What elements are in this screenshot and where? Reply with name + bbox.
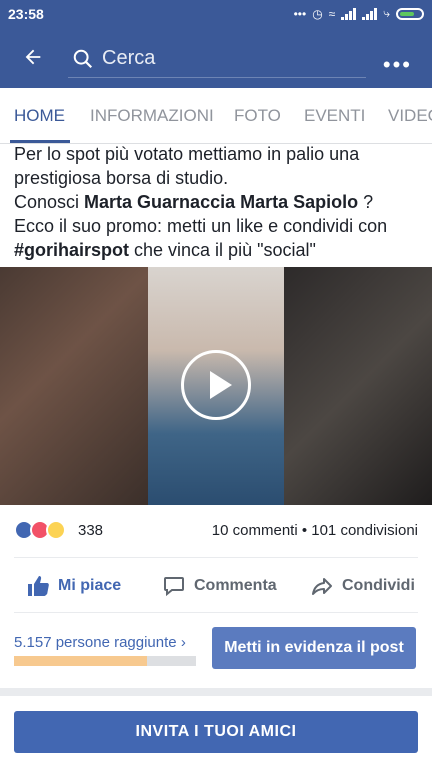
battery-icon bbox=[396, 7, 424, 20]
invite-friends-button[interactable]: INVITA I TUOI AMICI bbox=[14, 711, 418, 753]
search-box[interactable] bbox=[68, 40, 366, 78]
chevron-right-icon: › bbox=[180, 634, 186, 651]
section-separator bbox=[0, 688, 432, 696]
signal-icon bbox=[341, 7, 357, 20]
reach-link[interactable]: 5.157 persone raggiunte › bbox=[14, 634, 186, 651]
video-blur-right bbox=[284, 267, 432, 505]
back-arrow-icon[interactable] bbox=[22, 46, 44, 68]
mention-link[interactable]: Marta Guarnaccia Marta Sapiolo bbox=[84, 192, 358, 212]
video-blur-left bbox=[0, 267, 148, 505]
tab-home[interactable]: HOME bbox=[14, 106, 65, 126]
search-input[interactable] bbox=[102, 47, 352, 70]
divider bbox=[14, 557, 418, 558]
reach-progress-fill bbox=[14, 656, 147, 666]
charging-icon: ⤷ bbox=[383, 6, 390, 20]
tab-eventi[interactable]: EVENTI bbox=[304, 106, 365, 126]
comment-button[interactable]: Commenta bbox=[162, 574, 277, 598]
comment-icon bbox=[164, 577, 184, 597]
share-icon bbox=[312, 578, 332, 595]
action-bar: Mi piace Commenta Condividi bbox=[14, 566, 418, 606]
reach-progress-bar bbox=[14, 656, 196, 666]
share-label: Condividi bbox=[342, 577, 415, 594]
like-button[interactable]: Mi piace bbox=[26, 574, 121, 598]
alarm-icon: ◷ bbox=[312, 6, 323, 21]
status-bar: 23:58 ••• ◷ ≈ ⤷ bbox=[0, 0, 432, 30]
tab-video[interactable]: VIDEO bbox=[388, 106, 432, 126]
reach-label: 5.157 persone raggiunte bbox=[14, 634, 177, 651]
signal-icon-2 bbox=[362, 7, 378, 20]
post-line-2: Conosci Marta Guarnaccia Marta Sapiolo ? bbox=[14, 190, 424, 214]
status-time: 23:58 bbox=[8, 6, 44, 22]
share-button[interactable]: Condividi bbox=[310, 574, 415, 598]
top-bar: 23:58 ••• ◷ ≈ ⤷ ••• bbox=[0, 0, 432, 88]
comments-shares-count[interactable]: 10 commenti • 101 condivisioni bbox=[212, 522, 418, 539]
wow-reaction-icon bbox=[46, 520, 66, 540]
post-text: Per lo spot più votato mettiamo in palio… bbox=[14, 142, 424, 262]
hashtag-link[interactable]: #gorihairspot bbox=[14, 240, 129, 260]
thumbs-up-icon bbox=[28, 576, 49, 596]
more-notifications-icon: ••• bbox=[293, 6, 307, 21]
post-line-3: Ecco il suo promo: metti un like e condi… bbox=[14, 214, 424, 262]
status-icons: ••• ◷ ≈ ⤷ bbox=[294, 6, 424, 21]
post-line-3-suffix: che vinca il più "social" bbox=[129, 240, 316, 260]
wifi-icon: ≈ bbox=[328, 6, 336, 21]
page-tabs: HOME INFORMAZIONI FOTO EVENTI VIDEO bbox=[0, 88, 432, 144]
reaction-count[interactable]: 338 bbox=[78, 522, 103, 539]
play-button-icon[interactable] bbox=[181, 350, 251, 420]
more-options-icon[interactable]: ••• bbox=[383, 52, 412, 78]
post-line-2-suffix: ? bbox=[358, 192, 374, 212]
tab-informazioni[interactable]: INFORMAZIONI bbox=[90, 106, 214, 126]
comment-label: Commenta bbox=[194, 577, 277, 594]
like-label: Mi piace bbox=[58, 577, 122, 594]
post-line-1: Per lo spot più votato mettiamo in palio… bbox=[14, 144, 360, 188]
post-line-3-text: Ecco il suo promo: metti un like e condi… bbox=[14, 216, 388, 236]
divider bbox=[14, 612, 418, 613]
search-row: ••• bbox=[0, 32, 432, 84]
post-line-2-prefix: Conosci bbox=[14, 192, 85, 212]
reactions-row: 338 10 commenti • 101 condivisioni bbox=[14, 518, 418, 546]
search-icon bbox=[73, 49, 93, 68]
tab-foto[interactable]: FOTO bbox=[234, 106, 281, 126]
boost-post-button[interactable]: Metti in evidenza il post bbox=[212, 627, 416, 669]
reaction-icons[interactable] bbox=[14, 520, 66, 540]
